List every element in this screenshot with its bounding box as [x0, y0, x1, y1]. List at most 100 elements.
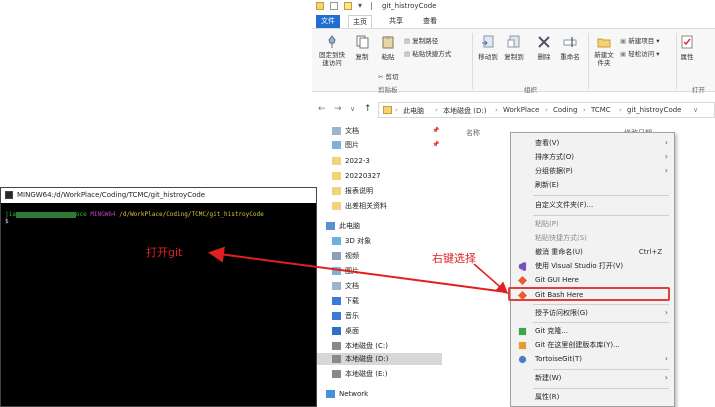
new-folder-icon[interactable]: [344, 2, 352, 10]
menu-item-customize-folder[interactable]: 自定义文件夹(F)...: [511, 198, 674, 212]
cut-button[interactable]: ✂ 剪切: [378, 71, 399, 81]
breadcrumb-current-folder[interactable]: git_histroyCode: [627, 106, 681, 114]
menu-item-new[interactable]: 新建(W) ›: [511, 371, 674, 385]
menu-item-properties[interactable]: 属性(R): [511, 390, 674, 404]
quick-access-dropdown-icon[interactable]: ▾: [358, 1, 362, 10]
menu-item-git-clone[interactable]: Git 克隆...: [511, 324, 674, 338]
organize-group-label: 组织: [524, 86, 537, 94]
annotation-open-git: 打开git: [146, 246, 183, 259]
git-bash-window[interactable]: MINGW64:/d/WorkPlace/Coding/TCMC/git_his…: [0, 187, 317, 407]
new-item-button[interactable]: ▣ 新建项目 ▾: [620, 35, 660, 45]
copy-to-label: 复制到: [504, 53, 524, 61]
menu-item-sort-by[interactable]: 排序方式(O) ›: [511, 150, 674, 164]
menu-item-open-visual-studio[interactable]: 使用 Visual Studio 打开(V): [511, 259, 674, 273]
nav-pictures[interactable]: 图片: [332, 265, 442, 277]
properties-button[interactable]: 属性: [678, 35, 696, 61]
cut-label: 剪切: [385, 73, 399, 81]
nav-label: 20220327: [345, 172, 381, 180]
breadcrumb-workplace[interactable]: WorkPlace: [503, 106, 539, 114]
menu-item-git-create-repo[interactable]: Git 在这里创建版本库(Y)...: [511, 338, 674, 352]
copy-label: 复制: [355, 53, 369, 61]
nav-label: 图片: [345, 141, 359, 149]
paste-button[interactable]: 粘贴: [378, 35, 398, 61]
nav-label: 本地磁盘 (C:): [345, 342, 388, 350]
up-icon[interactable]: ↑: [364, 104, 372, 114]
open-group-label: 打开: [692, 86, 705, 94]
ribbon-tabs: 文件 主页 共享 查看: [312, 14, 715, 28]
delete-button[interactable]: 删除: [532, 35, 556, 61]
copy-button[interactable]: 复制: [352, 35, 372, 61]
nav-videos[interactable]: 视频: [332, 250, 442, 262]
prompt-user-start: jia: [5, 211, 16, 218]
nav-quick-folder[interactable]: 报表说明: [332, 185, 442, 197]
pin-icon[interactable]: 📌: [432, 127, 439, 134]
rename-label: 重命名: [560, 53, 580, 61]
move-to-label: 移动到: [478, 53, 498, 61]
prompt-redacted-block: [15, 211, 76, 218]
menu-item-view[interactable]: 查看(V) ›: [511, 136, 674, 150]
menu-item-tortoisegit[interactable]: TortoiseGit(T) ›: [511, 352, 674, 366]
menu-item-git-gui-here[interactable]: Git GUI Here: [511, 273, 674, 287]
pin-quick-access-button[interactable]: 固定到快速访问: [316, 35, 348, 67]
nav-quick-folder[interactable]: 20220327: [332, 170, 442, 182]
folder-icon: [332, 187, 341, 195]
breadcrumb-this-pc[interactable]: 此电脑: [403, 106, 424, 116]
nav-3d-objects[interactable]: 3D 对象: [332, 235, 442, 247]
nav-quick-pictures[interactable]: 图片: [332, 139, 442, 151]
nav-drive-c[interactable]: 本地磁盘 (C:): [332, 340, 442, 352]
breadcrumb-coding[interactable]: Coding: [553, 106, 577, 114]
tab-file[interactable]: 文件: [316, 15, 340, 28]
nav-downloads[interactable]: 下载: [332, 295, 442, 307]
copy-path-button[interactable]: ▤ 复制路径: [404, 35, 438, 45]
nav-this-pc[interactable]: 此电脑: [326, 220, 436, 232]
menu-item-refresh[interactable]: 刷新(E): [511, 178, 674, 192]
pin-icon[interactable]: 📌: [432, 141, 439, 148]
terminal-output[interactable]: jia oce MINGW64 /d/WorkPlace/Coding/TCMC/…: [5, 211, 313, 225]
nav-label: 报表说明: [345, 187, 373, 195]
menu-item-paste-shortcut[interactable]: 粘贴快捷方式(S): [511, 231, 674, 245]
tab-home[interactable]: 主页: [348, 15, 372, 28]
pin-label: 固定到快速访问: [319, 51, 345, 67]
copy-to-button[interactable]: 复制到: [502, 35, 526, 61]
rename-button[interactable]: 重命名: [558, 35, 582, 61]
properties-icon[interactable]: [330, 2, 338, 10]
column-header-name[interactable]: 名称: [466, 128, 480, 138]
breadcrumb-tcmc[interactable]: TCMC: [591, 106, 611, 114]
chevron-down-icon[interactable]: ∨: [693, 106, 698, 114]
paste-shortcut-button[interactable]: ▤ 粘贴快捷方式: [404, 48, 451, 58]
menu-label: Git 在这里创建版本库(Y)...: [535, 341, 620, 349]
cut-icon: ✂: [378, 73, 386, 81]
documents-icon: [332, 127, 341, 135]
back-icon[interactable]: ←: [318, 104, 326, 114]
nav-music[interactable]: 音乐: [332, 310, 442, 322]
folder-icon: [332, 172, 341, 180]
new-folder-button[interactable]: 新建文件夹: [592, 35, 616, 67]
nav-drive-e[interactable]: 本地磁盘 (E:): [332, 368, 442, 380]
nav-documents[interactable]: 文档: [332, 280, 442, 292]
menu-item-group-by[interactable]: 分组依据(P) ›: [511, 164, 674, 178]
move-to-button[interactable]: 移动到: [476, 35, 500, 61]
menu-item-paste[interactable]: 粘贴(P): [511, 217, 674, 231]
menu-item-undo-rename[interactable]: 撤消 重命名(U) Ctrl+Z: [511, 245, 674, 259]
paste-shortcut-label: 粘贴快捷方式: [412, 50, 452, 58]
nav-quick-documents[interactable]: 文档: [332, 125, 442, 137]
ribbon-separator: [676, 33, 677, 89]
nav-network[interactable]: Network: [326, 388, 436, 400]
nav-quick-folder[interactable]: 出差相关资料: [332, 200, 442, 212]
forward-icon[interactable]: →: [334, 104, 342, 114]
chevron-down-icon[interactable]: ∨: [350, 105, 355, 113]
move-to-icon: [482, 35, 494, 48]
properties-label: 属性: [680, 53, 694, 61]
menu-item-give-access[interactable]: 授予访问权限(G) ›: [511, 306, 674, 320]
nav-quick-folder[interactable]: 2022-3: [332, 155, 442, 167]
breadcrumb-drive-d[interactable]: 本地磁盘 (D:): [443, 106, 486, 116]
rename-icon: [563, 37, 577, 47]
nav-drive-d[interactable]: 本地磁盘 (D:): [312, 353, 442, 365]
easy-access-icon: ▣: [620, 50, 629, 58]
address-path-box[interactable]: › 此电脑 › 本地磁盘 (D:) › WorkPlace › Coding ›…: [378, 102, 715, 118]
tab-share[interactable]: 共享: [384, 15, 408, 28]
easy-access-button[interactable]: ▣ 轻松访问 ▾: [620, 48, 660, 58]
tab-view[interactable]: 查看: [418, 15, 442, 28]
shortcut-label: Ctrl+Z: [638, 248, 662, 256]
nav-desktop[interactable]: 桌面: [332, 325, 442, 337]
